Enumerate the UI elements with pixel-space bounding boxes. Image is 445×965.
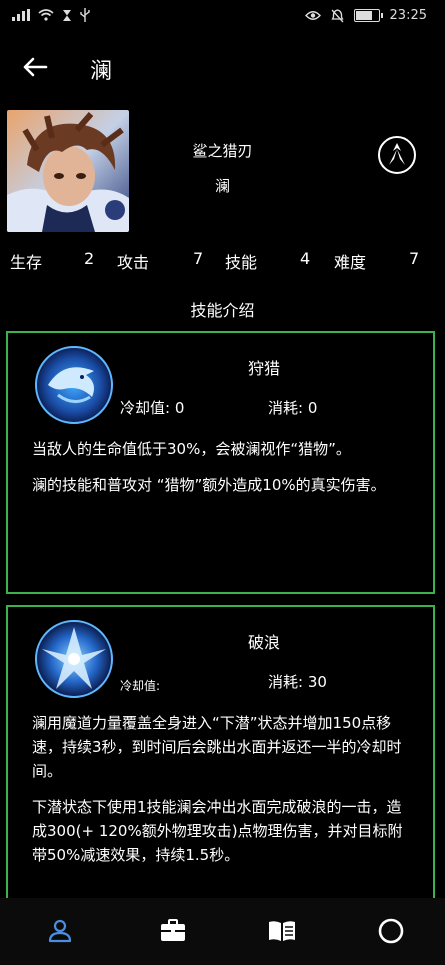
stat-value: 7 xyxy=(193,249,204,268)
bottom-nav xyxy=(0,898,445,965)
stat-value: 7 xyxy=(409,249,420,268)
clock: 23:25 xyxy=(389,8,427,23)
skill-desc-paragraph: 下潜状态下使用1技能澜会冲出水面完成破浪的一击，造成300(+ 120%额外物理… xyxy=(32,798,403,864)
skill-cooldown: 冷却值: 0 xyxy=(120,399,185,417)
wifi-icon xyxy=(38,9,54,21)
stat-label: 难度 xyxy=(334,253,367,272)
skill-desc-paragraph: 澜用魔道力量覆盖全身进入“下潜”状态并增加150点移速，持续3秒，到时间后会跳出… xyxy=(32,714,402,780)
stat-value: 2 xyxy=(84,249,95,268)
skill-card: 狩猎 冷却值: 0 消耗: 0 当敌人的生命值低于30%，会被澜视作“猎物”。 … xyxy=(6,331,435,594)
skill-card: 破浪 冷却值: 消耗: 30 澜用魔道力量覆盖全身进入“下潜”状态并增加150点… xyxy=(6,605,435,905)
battery-icon xyxy=(353,9,383,22)
skill-shark-icon xyxy=(35,346,113,424)
skill-desc-paragraph: 澜的技能和普攻对 “猎物”额外造成10%的真实伤害。 xyxy=(32,476,386,494)
hero-portrait xyxy=(7,110,129,232)
circle-icon[interactable] xyxy=(376,916,406,946)
skill-name: 破浪 xyxy=(248,633,281,652)
hero-stats: 生存 2 攻击 7 技能 4 难度 7 xyxy=(0,249,445,273)
hero-name: 澜 xyxy=(214,177,230,195)
stat-label: 生存 xyxy=(10,253,43,272)
status-bar: 23:25 xyxy=(0,0,445,32)
hero-info: 鲨之猎刃 澜 xyxy=(0,108,445,238)
person-icon[interactable] xyxy=(45,916,75,946)
book-icon[interactable] xyxy=(267,916,297,946)
page-title: 澜 xyxy=(90,59,113,84)
stat-value: 4 xyxy=(300,249,311,268)
skill-description: 当敌人的生命值低于30%，会被澜视作“猎物”。 澜的技能和普攻对 “猎物”额外造… xyxy=(32,437,415,509)
skill-description: 澜用魔道力量覆盖全身进入“下潜”状态并增加150点移速，持续3秒，到时间后会跳出… xyxy=(32,711,415,879)
assassin-role-icon xyxy=(378,136,416,174)
skill-cost: 消耗: 30 xyxy=(268,673,327,691)
section-title: 技能介绍 xyxy=(190,301,255,320)
usb-icon xyxy=(80,8,90,22)
signal-icon xyxy=(12,9,30,21)
mute-icon xyxy=(330,8,344,22)
briefcase-icon[interactable] xyxy=(158,916,188,946)
skill-cooldown: 冷却值: xyxy=(120,679,161,693)
skill-desc-paragraph: 当敌人的生命值低于30%，会被澜视作“猎物”。 xyxy=(32,440,351,458)
skill-name: 狩猎 xyxy=(248,359,281,378)
back-arrow-icon[interactable] xyxy=(20,52,50,82)
eye-icon xyxy=(304,11,321,20)
app-header: 澜 xyxy=(0,40,445,96)
hourglass-icon xyxy=(63,9,71,21)
skill-wave-blade-icon xyxy=(35,620,113,698)
stat-label: 攻击 xyxy=(117,253,150,272)
stat-label: 技能 xyxy=(225,253,258,272)
skill-cost: 消耗: 0 xyxy=(268,399,318,417)
